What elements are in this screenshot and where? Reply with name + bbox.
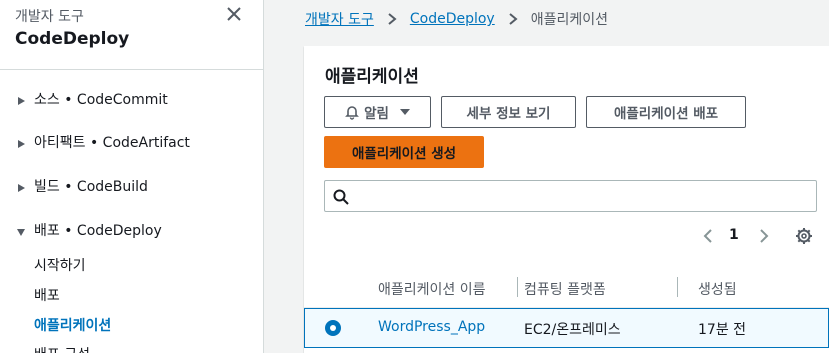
notify-button[interactable]: 알림 bbox=[324, 96, 431, 128]
column-header-platform[interactable]: 컴퓨팅 플랫폼 bbox=[524, 279, 606, 299]
table-header: 애플리케이션 이름 컴퓨팅 플랫폼 생성됨 bbox=[304, 268, 829, 308]
sidebar-link-getting-started[interactable]: 시작하기 bbox=[34, 255, 86, 275]
application-name-link[interactable]: WordPress_App bbox=[378, 319, 485, 335]
column-divider bbox=[677, 277, 678, 297]
notify-button-label: 알림 bbox=[364, 106, 389, 122]
caret-right-icon bbox=[16, 137, 26, 148]
sidebar-section-build[interactable]: 빌드 • CodeBuild bbox=[16, 175, 148, 197]
chevron-left-icon[interactable] bbox=[701, 228, 715, 244]
deploy-application-button[interactable]: 애플리케이션 배포 bbox=[586, 96, 746, 128]
chevron-right-icon bbox=[507, 13, 519, 25]
row-select-radio[interactable] bbox=[325, 320, 341, 336]
sidebar-section-label: 배포 • CodeDeploy bbox=[34, 223, 162, 239]
close-icon[interactable] bbox=[224, 4, 244, 24]
view-details-button[interactable]: 세부 정보 보기 bbox=[441, 96, 576, 128]
caret-down-icon bbox=[16, 225, 26, 236]
sidebar-section-label: 아티팩트 • CodeArtifact bbox=[34, 135, 190, 151]
sidebar-section-source[interactable]: 소스 • CodeCommit bbox=[16, 88, 168, 110]
sidebar-link-applications[interactable]: 애플리케이션 bbox=[34, 315, 111, 335]
page-title: 애플리케이션 bbox=[325, 67, 419, 87]
caret-right-icon bbox=[16, 181, 26, 192]
breadcrumb-link-developer-tools[interactable]: 개발자 도구 bbox=[305, 9, 374, 29]
chevron-right-icon[interactable] bbox=[757, 228, 771, 244]
breadcrumb-link-codedeploy[interactable]: CodeDeploy bbox=[410, 11, 495, 27]
column-header-name[interactable]: 애플리케이션 이름 bbox=[378, 279, 486, 299]
sidebar-section-label: 소스 • CodeCommit bbox=[34, 92, 168, 108]
column-header-created[interactable]: 생성됨 bbox=[698, 279, 737, 299]
sidebar-link-deployments[interactable]: 배포 bbox=[34, 285, 60, 305]
search-field[interactable] bbox=[324, 180, 817, 212]
sidebar-title: CodeDeploy bbox=[15, 29, 130, 49]
sidebar: 개발자 도구 CodeDeploy 소스 • CodeCommit 아티팩트 •… bbox=[0, 0, 264, 353]
created-cell: 17분 전 bbox=[698, 322, 747, 338]
caret-right-icon bbox=[16, 94, 26, 105]
column-divider bbox=[517, 277, 518, 297]
compute-platform-cell: EC2/온프레미스 bbox=[524, 322, 621, 338]
search-icon bbox=[333, 189, 349, 205]
sidebar-section-deploy[interactable]: 배포 • CodeDeploy bbox=[16, 219, 162, 241]
caret-down-icon bbox=[399, 107, 411, 117]
create-application-button[interactable]: 애플리케이션 생성 bbox=[324, 136, 484, 168]
sidebar-subtitle: 개발자 도구 bbox=[15, 9, 84, 25]
sidebar-divider bbox=[0, 69, 263, 70]
breadcrumb-current: 애플리케이션 bbox=[530, 12, 609, 28]
chevron-right-icon bbox=[386, 13, 398, 25]
breadcrumb: 개발자 도구 CodeDeploy 애플리케이션 bbox=[305, 9, 608, 29]
search-input[interactable] bbox=[355, 186, 805, 206]
sidebar-section-artifact[interactable]: 아티팩트 • CodeArtifact bbox=[16, 131, 190, 153]
sidebar-section-label: 빌드 • CodeBuild bbox=[34, 179, 148, 195]
pagination-current-page[interactable]: 1 bbox=[729, 227, 739, 243]
table-row[interactable]: WordPress_App EC2/온프레미스 17분 전 bbox=[304, 308, 829, 348]
sidebar-link-deployment-configs[interactable]: 배포 구성 bbox=[34, 344, 90, 353]
gear-icon[interactable] bbox=[795, 227, 813, 245]
bell-icon bbox=[344, 104, 360, 120]
